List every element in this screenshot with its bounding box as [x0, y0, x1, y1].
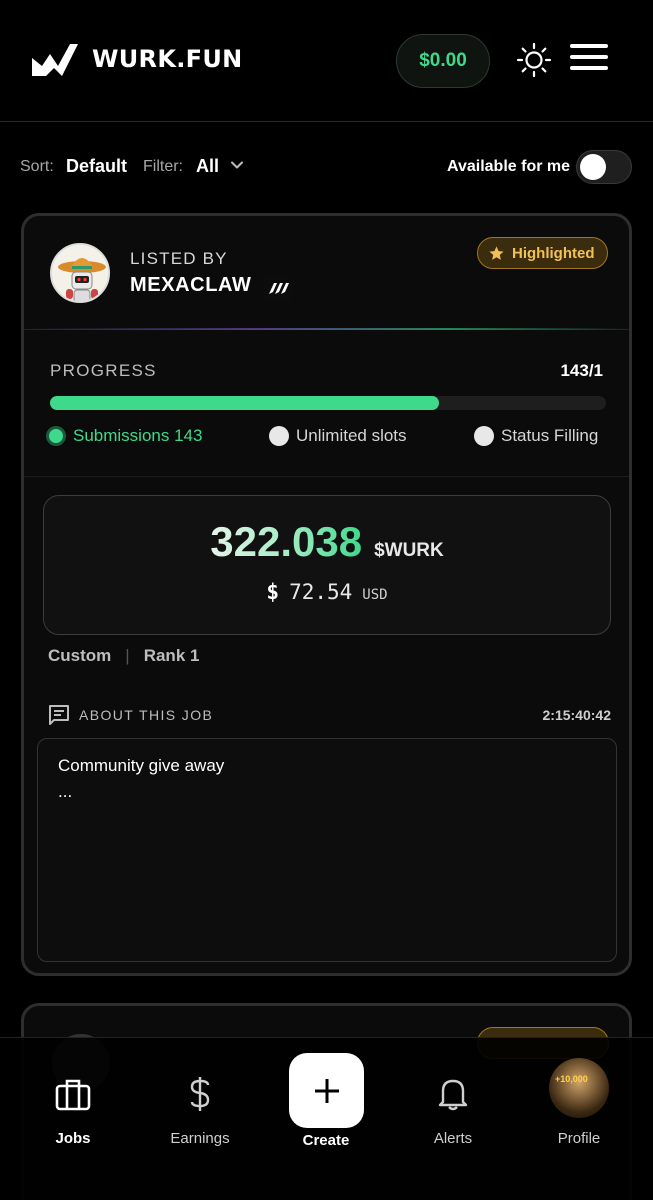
create-button[interactable]	[289, 1053, 364, 1128]
progress-count: 143/1	[560, 361, 603, 380]
slots-stat: Unlimited slots	[269, 426, 407, 446]
available-for-me-toggle[interactable]	[576, 150, 632, 184]
slots-label: Unlimited slots	[296, 426, 407, 445]
reward-amount: 322.038	[210, 518, 363, 565]
create-label: Create	[302, 1132, 350, 1149]
about-job-label: ABOUT THIS JOB	[79, 707, 214, 723]
wallet-balance-button[interactable]: $0.00	[396, 34, 490, 88]
sort-dropdown[interactable]: Default	[66, 156, 127, 177]
nav-jobs-label: Jobs	[55, 1130, 91, 1147]
hamburger-menu-icon[interactable]	[570, 44, 610, 76]
section-divider	[24, 476, 629, 477]
progress-bar-fill	[50, 396, 440, 410]
nav-earnings-label: Earnings	[170, 1130, 230, 1147]
lister-name[interactable]: MEXACLAW	[130, 274, 251, 297]
dollar-icon	[190, 1077, 210, 1111]
robot-sombrero-avatar-icon	[52, 245, 108, 301]
plus-icon	[314, 1078, 339, 1103]
usd-unit: USD	[362, 587, 388, 603]
wurk-logo-icon	[32, 44, 78, 76]
job-card[interactable]: LISTED BY MEXACLAW Highlighted PROGRESS …	[21, 213, 632, 976]
bottom-navigation: Jobs Earnings Create Alerts +10,000 Prof…	[0, 1037, 653, 1200]
profile-avatar: +10,000	[549, 1058, 609, 1118]
bell-icon	[438, 1079, 468, 1111]
slots-dot-icon	[269, 426, 289, 446]
nav-profile-label: Profile	[557, 1130, 601, 1147]
reward-amount-row: 322.038 $WURK	[44, 518, 610, 566]
submissions-label: Submissions 143	[73, 426, 203, 445]
brand-name: WURK.FUN	[92, 45, 243, 73]
about-job-header: ABOUT THIS JOB 2:15:40:42	[43, 701, 611, 729]
job-description: Community give away ...	[37, 738, 617, 962]
job-type: Custom	[48, 646, 112, 665]
brand-logo[interactable]: WURK.FUN	[30, 40, 243, 78]
status-label: Status Filling	[501, 426, 599, 445]
theme-toggle-button[interactable]	[516, 42, 552, 78]
sort-label: Sort:	[20, 158, 54, 175]
briefcase-icon	[55, 1079, 91, 1111]
progress-bar	[50, 396, 606, 410]
filter-bar: Sort: Default Filter: All Available for …	[20, 148, 633, 188]
highlighted-label: Highlighted	[512, 244, 595, 262]
nav-profile[interactable]: +10,000 Profile	[524, 1058, 634, 1147]
job-rank: Rank 1	[143, 646, 200, 665]
reward-usd-row: $ 72.54 USD	[44, 580, 610, 604]
nav-jobs[interactable]: Jobs	[18, 1074, 128, 1147]
submissions-stat[interactable]: Submissions 143	[46, 426, 202, 446]
toggle-knob	[580, 154, 606, 180]
reward-panel: 322.038 $WURK $ 72.54 USD	[43, 495, 611, 635]
sun-icon	[516, 42, 552, 78]
status-stat: Status Filling	[474, 426, 598, 446]
available-for-me-label: Available for me	[447, 158, 571, 175]
profile-gain-badge: +10,000	[555, 1074, 588, 1084]
reward-token: $WURK	[374, 540, 444, 561]
submissions-dot-icon	[46, 426, 66, 446]
nav-alerts-label: Alerts	[433, 1130, 473, 1147]
filter-label: Filter:	[143, 158, 183, 175]
progress-label: PROGRESS	[50, 361, 157, 380]
description-line: Community give away	[58, 756, 225, 775]
top-header: WURK.FUN $0.00	[0, 0, 653, 122]
header-divider-glow	[24, 328, 629, 330]
usd-value: 72.54	[289, 580, 353, 604]
filter-dropdown[interactable]: All	[196, 156, 219, 177]
status-dot-icon	[474, 426, 494, 446]
message-icon	[49, 705, 69, 725]
job-meta-row: Custom | Rank 1	[48, 646, 199, 666]
star-icon	[489, 245, 504, 260]
description-ellipsis: ...	[58, 782, 73, 801]
meta-separator: |	[125, 646, 130, 665]
highlighted-badge: Highlighted	[477, 237, 608, 269]
job-card-header: LISTED BY MEXACLAW Highlighted	[24, 216, 629, 330]
countdown-timer: 2:15:40:42	[542, 707, 612, 723]
nav-earnings[interactable]: Earnings	[145, 1074, 255, 1147]
verified-badge-icon	[264, 275, 294, 301]
chevron-down-icon[interactable]	[230, 158, 244, 172]
nav-alerts[interactable]: Alerts	[398, 1074, 508, 1147]
lister-avatar[interactable]	[50, 243, 110, 303]
listed-by-label: LISTED BY	[130, 249, 228, 268]
usd-sign: $	[266, 580, 280, 604]
